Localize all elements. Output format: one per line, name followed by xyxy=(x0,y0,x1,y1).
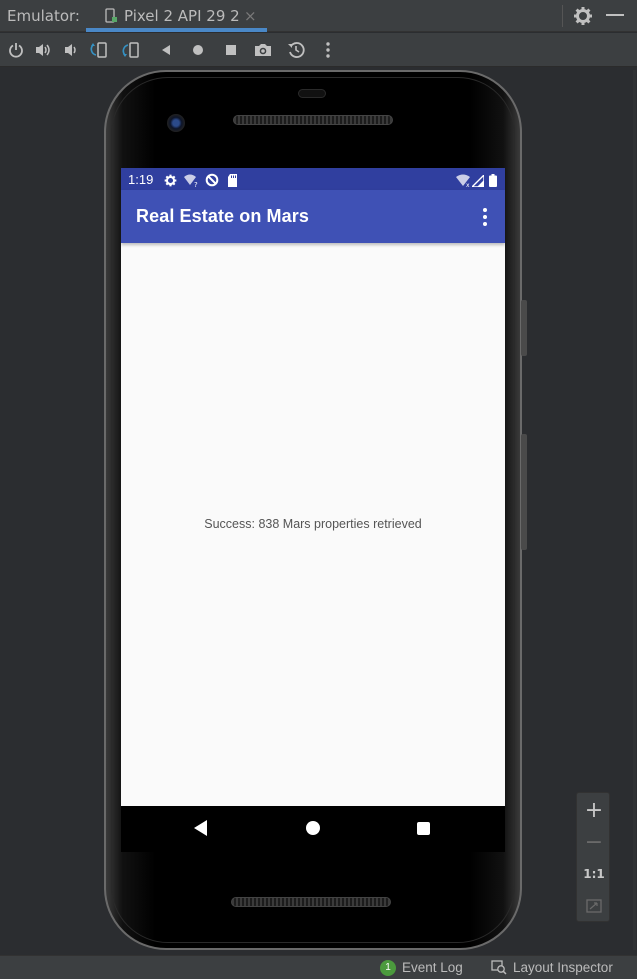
tab-label: Pixel 2 API 29 2 xyxy=(124,7,240,25)
emulator-toolbar xyxy=(0,33,637,67)
volume-side-button xyxy=(521,434,527,550)
power-side-button xyxy=(521,300,527,356)
bottom-speaker-grille xyxy=(231,897,391,907)
wifi-question-icon: ? xyxy=(184,172,199,191)
wifi-icon: x xyxy=(456,172,471,191)
overview-icon[interactable] xyxy=(221,40,241,60)
snapshot-icon[interactable] xyxy=(286,40,306,60)
sd-card-icon xyxy=(227,172,238,191)
panel-title: Emulator: xyxy=(7,7,80,25)
scrollbar[interactable] xyxy=(633,70,636,950)
rotate-left-icon[interactable] xyxy=(90,40,110,60)
ide-status-bar: 1 Event Log Layout Inspector xyxy=(0,955,637,979)
top-speaker-grille xyxy=(233,115,393,125)
zoom-out-button[interactable]: − xyxy=(577,827,611,857)
volume-down-icon[interactable] xyxy=(61,40,81,60)
event-count-badge[interactable]: 1 xyxy=(380,960,396,976)
divider xyxy=(562,5,563,27)
event-log-button[interactable]: Event Log xyxy=(402,960,463,975)
fit-screen-icon[interactable] xyxy=(577,891,611,921)
device-screen[interactable]: 1:19 ? x Real Estate on Mars Success: 83… xyxy=(121,168,505,806)
cell-signal-icon xyxy=(470,172,485,191)
battery-icon xyxy=(489,172,497,191)
nav-home-icon[interactable] xyxy=(306,821,320,835)
tab-pixel-2-api-29[interactable]: Pixel 2 API 29 2 × xyxy=(86,0,267,32)
back-icon[interactable] xyxy=(156,40,176,60)
zoom-controls: + − 1:1 xyxy=(576,792,610,922)
nav-recents-icon[interactable] xyxy=(417,822,430,835)
actual-size-button[interactable]: 1:1 xyxy=(577,859,611,889)
screenshot-icon[interactable] xyxy=(253,40,273,60)
gear-icon[interactable] xyxy=(573,6,593,30)
tab-close-icon[interactable]: × xyxy=(244,7,257,25)
status-message: Success: 838 Mars properties retrieved xyxy=(204,517,422,531)
nav-back-icon[interactable] xyxy=(194,820,207,836)
app-toolbar: Real Estate on Mars xyxy=(121,190,505,243)
svg-text:x: x xyxy=(466,182,470,187)
power-icon[interactable] xyxy=(6,40,26,60)
svg-text:?: ? xyxy=(194,181,198,187)
app-title: Real Estate on Mars xyxy=(136,206,309,226)
android-status-bar: 1:19 ? x xyxy=(121,168,505,190)
device-icon xyxy=(104,8,118,28)
zoom-in-button[interactable]: + xyxy=(577,795,611,825)
data-saver-icon xyxy=(205,172,219,191)
android-navigation-bar xyxy=(121,806,505,852)
layout-inspector-button[interactable]: Layout Inspector xyxy=(513,960,613,975)
volume-up-icon[interactable] xyxy=(33,40,53,60)
status-time: 1:19 xyxy=(128,172,154,187)
emulator-tool-window-header: Emulator: Pixel 2 API 29 2 × xyxy=(0,0,637,32)
rotate-right-icon[interactable] xyxy=(122,40,142,60)
layout-inspector-icon[interactable] xyxy=(491,960,507,979)
overflow-menu-icon[interactable] xyxy=(479,206,491,228)
home-icon[interactable] xyxy=(188,40,208,60)
earpiece xyxy=(298,89,326,98)
active-tab-indicator xyxy=(86,28,267,32)
minimize-icon[interactable] xyxy=(606,14,624,16)
front-camera-icon xyxy=(167,114,185,132)
settings-notification-icon xyxy=(164,172,177,191)
more-icon[interactable] xyxy=(318,40,338,60)
